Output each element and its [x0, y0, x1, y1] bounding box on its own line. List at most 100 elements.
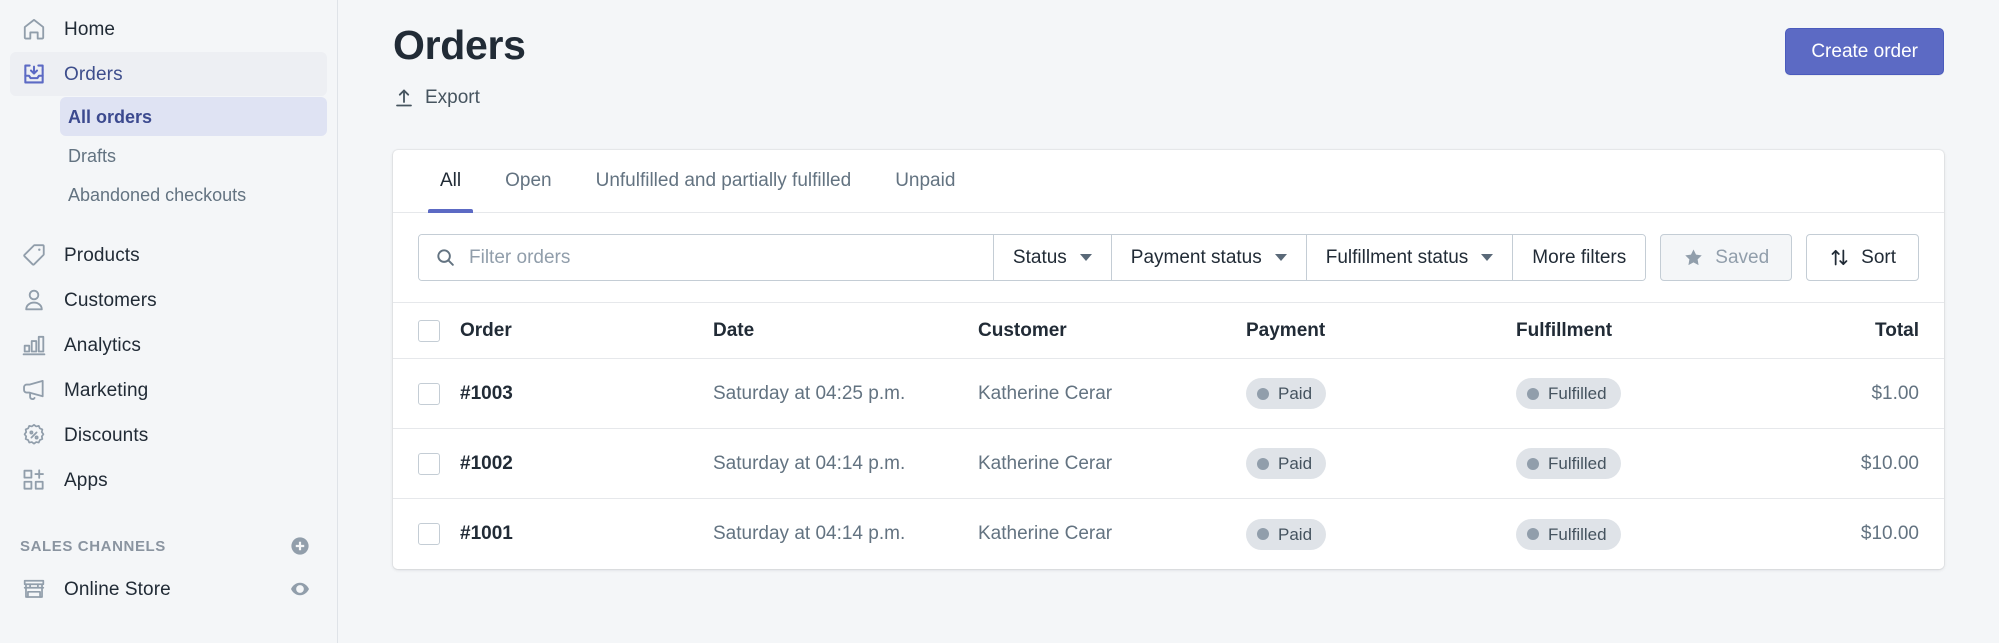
tab-open[interactable]: Open [483, 150, 573, 212]
sort-arrows-icon [1829, 247, 1850, 268]
row-checkbox[interactable] [418, 382, 440, 405]
cell-payment: Paid [1246, 448, 1516, 480]
row-checkbox[interactable] [418, 452, 440, 475]
sidebar-item-label: Discounts [64, 424, 149, 446]
status-dot-icon [1527, 528, 1539, 541]
cell-payment: Paid [1246, 518, 1516, 550]
column-header-total[interactable]: Total [1759, 320, 1919, 342]
search-box[interactable] [419, 235, 993, 281]
orders-inbox-icon [20, 60, 48, 88]
select-all-checkbox[interactable] [418, 319, 440, 342]
more-filters-button[interactable]: More filters [1512, 235, 1646, 281]
fulfillment-status-label: Fulfilled [1548, 454, 1607, 474]
cell-customer: Katherine Cerar [978, 523, 1113, 545]
sidebar-subitem-label: Abandoned checkouts [68, 184, 247, 205]
sidebar-item-marketing[interactable]: Marketing [10, 368, 327, 412]
column-header-payment[interactable]: Payment [1246, 320, 1516, 342]
sidebar-subitem-drafts[interactable]: Drafts [60, 136, 327, 175]
cell-customer: Katherine Cerar [978, 452, 1113, 474]
fulfillment-status-badge: Fulfilled [1516, 448, 1621, 480]
status-dot-icon [1257, 387, 1269, 400]
cell-order[interactable]: #1003 [460, 383, 713, 405]
cell-fulfillment: Fulfilled [1516, 448, 1759, 480]
payment-status-badge: Paid [1246, 448, 1327, 480]
sidebar-subitem-all-orders[interactable]: All orders [60, 97, 327, 136]
sidebar-item-label: Home [64, 18, 116, 40]
payment-status-filter-dropdown[interactable]: Payment status [1110, 235, 1306, 281]
table-header-row: Order Date Customer Payment Fulfillment … [393, 302, 1944, 360]
storefront-icon [20, 575, 48, 603]
eye-icon[interactable] [289, 578, 311, 600]
orders-card: All Open Unfulfilled and partially fulfi… [393, 150, 1944, 570]
saved-label: Saved [1715, 247, 1770, 269]
tab-label: Open [505, 170, 552, 192]
sidebar-item-orders[interactable]: Orders [10, 52, 327, 96]
payment-status-badge: Paid [1246, 518, 1327, 550]
tab-unpaid[interactable]: Unpaid [873, 150, 977, 212]
column-header-order[interactable]: Order [460, 320, 713, 342]
fulfillment-status-filter-label: Fulfillment status [1325, 246, 1469, 268]
cell-order[interactable]: #1002 [460, 453, 713, 475]
customers-person-icon [20, 286, 48, 314]
table-row[interactable]: #1001 Saturday at 04:14 p.m. Katherine C… [393, 499, 1944, 570]
app-root: Home Orders All orders Drafts Abandoned … [0, 0, 1999, 643]
table-row[interactable]: #1003 Saturday at 04:25 p.m. Katherine C… [393, 359, 1944, 430]
cell-date: Saturday at 04:14 p.m. [713, 523, 906, 545]
sidebar-item-online-store[interactable]: Online Store [10, 567, 327, 611]
cell-date: Saturday at 04:25 p.m. [713, 382, 906, 404]
column-header-date[interactable]: Date [713, 320, 978, 342]
star-icon [1683, 247, 1704, 268]
chevron-down-icon [1274, 254, 1287, 262]
fulfillment-status-label: Fulfilled [1548, 524, 1607, 544]
sidebar-subitem-label: Drafts [68, 145, 117, 166]
fulfillment-status-label: Fulfilled [1548, 384, 1607, 404]
payment-status-label: Paid [1278, 384, 1313, 404]
status-filter-dropdown[interactable]: Status [992, 235, 1111, 281]
sidebar: Home Orders All orders Drafts Abandoned … [0, 0, 338, 643]
payment-status-badge: Paid [1246, 378, 1327, 410]
tab-unfulfilled-and-partially-fulfilled[interactable]: Unfulfilled and partially fulfilled [574, 150, 874, 212]
chevron-down-icon [1079, 254, 1092, 262]
chevron-down-icon [1481, 254, 1494, 262]
saved-filters-button[interactable]: Saved [1660, 234, 1793, 282]
column-header-customer[interactable]: Customer [978, 320, 1246, 342]
table-row[interactable]: #1002 Saturday at 04:14 p.m. Katherine C… [393, 429, 1944, 500]
more-filters-label: More filters [1532, 246, 1627, 268]
row-select-cell [418, 452, 460, 475]
sidebar-item-products[interactable]: Products [10, 233, 327, 277]
row-checkbox[interactable] [418, 523, 440, 546]
page-title: Orders [393, 22, 526, 68]
sidebar-item-label: Customers [64, 289, 157, 311]
page-title-block: Orders Export [393, 22, 526, 114]
marketing-megaphone-icon [20, 376, 48, 404]
sidebar-item-label: Online Store [64, 578, 171, 600]
column-header-fulfillment[interactable]: Fulfillment [1516, 320, 1759, 342]
tab-label: Unfulfilled and partially fulfilled [595, 170, 852, 192]
cell-payment: Paid [1246, 378, 1516, 410]
sidebar-item-home[interactable]: Home [10, 7, 327, 51]
create-order-button[interactable]: Create order [1785, 28, 1944, 75]
export-label: Export [425, 87, 480, 109]
fulfillment-status-filter-dropdown[interactable]: Fulfillment status [1305, 235, 1513, 281]
sort-button[interactable]: Sort [1806, 234, 1919, 282]
export-button[interactable]: Export [393, 87, 480, 109]
orders-tabs: All Open Unfulfilled and partially fulfi… [393, 150, 1944, 214]
cell-customer: Katherine Cerar [978, 382, 1113, 404]
sidebar-item-analytics[interactable]: Analytics [10, 323, 327, 367]
select-all-cell [418, 319, 460, 342]
cell-fulfillment: Fulfilled [1516, 518, 1759, 550]
sidebar-item-customers[interactable]: Customers [10, 278, 327, 322]
cell-order[interactable]: #1001 [460, 523, 713, 545]
discounts-percent-icon [20, 421, 48, 449]
search-input[interactable] [469, 246, 977, 269]
sidebar-subitem-abandoned-checkouts[interactable]: Abandoned checkouts [60, 175, 327, 214]
plus-circle-icon[interactable] [289, 535, 311, 557]
sidebar-item-discounts[interactable]: Discounts [10, 413, 327, 457]
sidebar-item-apps[interactable]: Apps [10, 458, 327, 502]
tab-label: Unpaid [895, 170, 956, 192]
tab-all[interactable]: All [418, 150, 483, 214]
cell-total: $10.00 [1860, 452, 1919, 474]
search-icon [435, 247, 456, 268]
